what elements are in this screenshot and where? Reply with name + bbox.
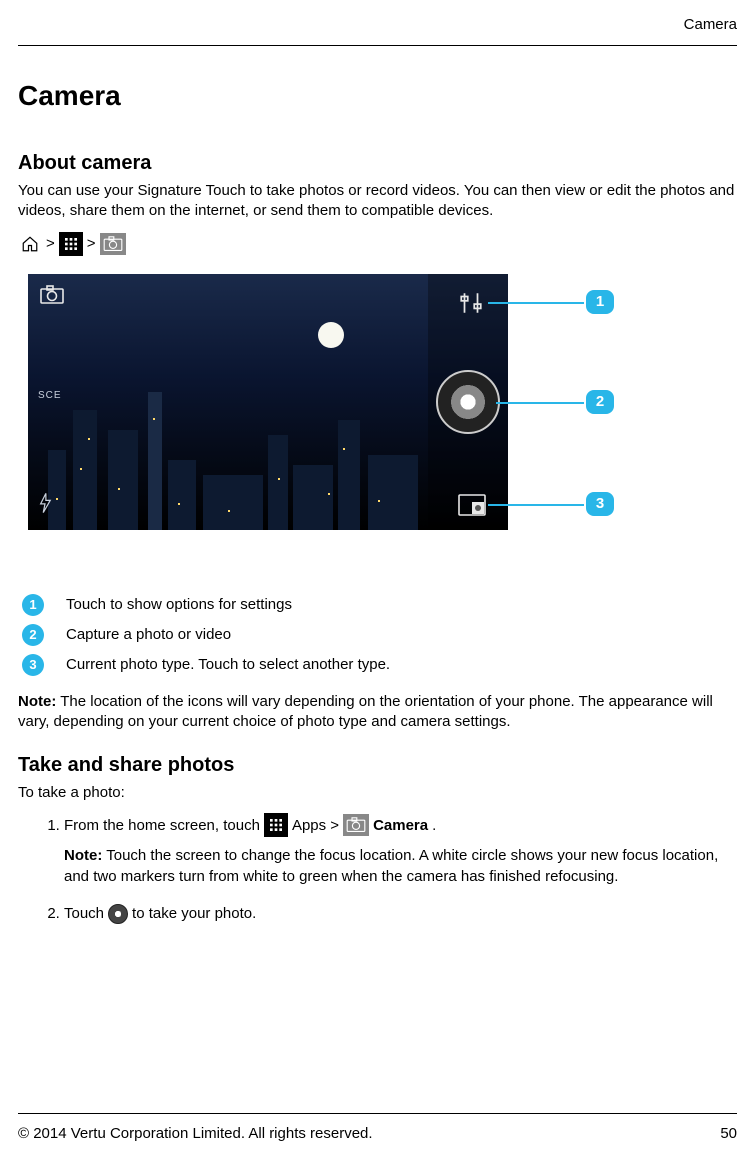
legend-text: Current photo type. Touch to select anot… [66,656,390,673]
legend-badge-3: 3 [22,654,44,676]
note-label: Note: [18,693,56,710]
step-2: Touch to take your photo. [64,903,737,924]
callout-badge-3: 3 [586,492,614,516]
legend-badge-1: 1 [22,594,44,616]
camera-viewfinder: SCE [28,274,508,530]
take-share-heading: Take and share photos [18,754,737,777]
callout-leader [488,302,584,304]
camera-viewfinder-figure: SCE [28,274,628,554]
flash-icon [38,492,52,518]
navigation-path: > > [18,232,737,256]
step-1: From the home screen, touch Apps > [64,813,737,887]
settings-icon [458,290,484,316]
moon-graphic [318,322,344,348]
step1-text-c: Camera [373,815,428,836]
note-body: The location of the icons will vary depe… [18,693,713,730]
step1-text-d: . [432,815,436,836]
step2-text-a: Touch [64,903,104,924]
nav-separator: > [87,235,96,252]
legend-row: 1 Touch to show options for settings [22,594,737,616]
legend-badge-2: 2 [22,624,44,646]
callout-leader [496,402,584,404]
note-label: Note: [64,847,102,864]
step1-text-a: From the home screen, touch [64,815,260,836]
step1-text-b: Apps > [292,815,339,836]
about-heading: About camera [18,152,737,175]
camera-icon [100,233,126,255]
photo-type-icon [458,494,486,516]
legend-row: 3 Current photo type. Touch to select an… [22,654,737,676]
camera-mode-icon [38,284,66,306]
about-intro: You can use your Signature Touch to take… [18,181,737,222]
page-number: 50 [720,1125,737,1142]
nav-separator: > [46,235,55,252]
page-content: Camera About camera You can use your Sig… [18,80,737,940]
camera-icon [343,814,369,836]
callout-badge-2: 2 [586,390,614,414]
take-intro: To take a photo: [18,783,737,803]
callout-badge-1: 1 [586,290,614,314]
scene-label: SCE [38,390,62,401]
step2-text-b: to take your photo. [132,903,256,924]
orientation-note: Note: The location of the icons will var… [18,692,737,733]
legend-text: Capture a photo or video [66,626,231,643]
shutter-icon [108,904,128,924]
step1-note: Note: Touch the screen to change the foc… [64,845,737,887]
copyright: © 2014 Vertu Corporation Limited. All ri… [18,1125,373,1142]
running-header: Camera [684,16,737,33]
shutter-button [436,370,500,434]
apps-icon [59,232,83,256]
header-rule [18,45,737,46]
legend-row: 2 Capture a photo or video [22,624,737,646]
home-icon [18,232,42,256]
page-title: Camera [18,80,737,112]
legend-text: Touch to show options for settings [66,596,292,613]
apps-icon [264,813,288,837]
step1-note-body: Touch the screen to change the focus loc… [64,847,718,885]
footer-rule [18,1113,737,1114]
callout-leader [488,504,584,506]
page-footer: © 2014 Vertu Corporation Limited. All ri… [18,1125,737,1142]
callout-legend: 1 Touch to show options for settings 2 C… [22,594,737,676]
steps-list: From the home screen, touch Apps > [64,813,737,924]
